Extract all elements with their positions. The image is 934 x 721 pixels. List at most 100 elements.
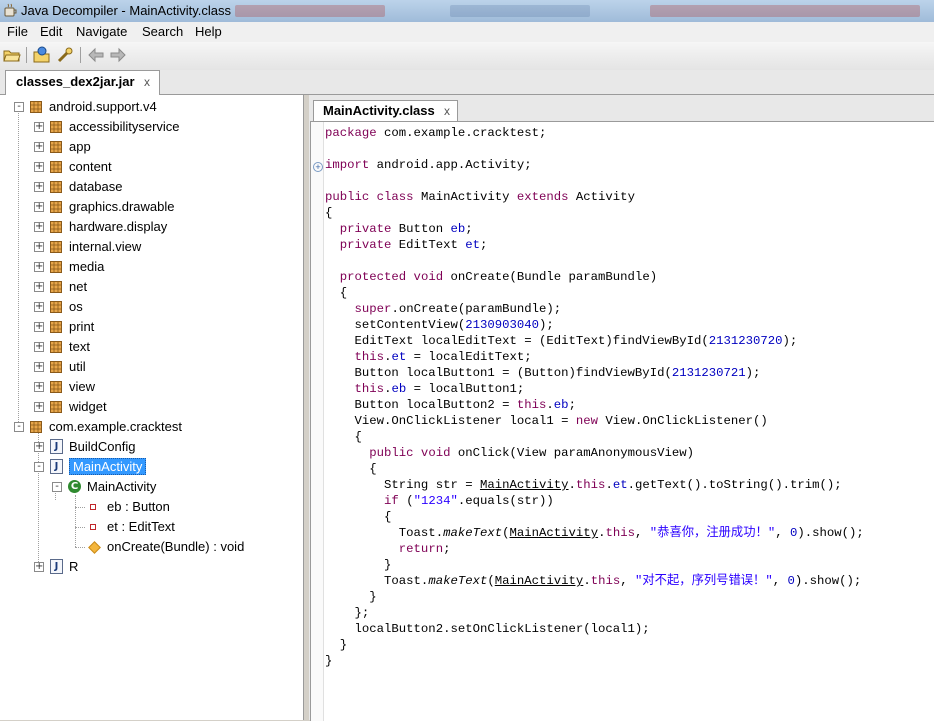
code-line: package com.example.cracktest; bbox=[325, 126, 547, 140]
code-line: Toast.makeText(MainActivity.this, "对不起，序… bbox=[325, 574, 862, 588]
file-tab-bar: classes_dex2jar.jar x bbox=[0, 70, 934, 95]
tree-item[interactable]: widget bbox=[69, 397, 107, 417]
code-line: return; bbox=[398, 542, 451, 556]
tree-item[interactable]: onCreate(Bundle) : void bbox=[107, 537, 244, 557]
collapse-icon[interactable]: - bbox=[34, 462, 44, 472]
tree-item-label: R bbox=[69, 559, 79, 574]
code-line: } bbox=[325, 558, 392, 572]
package-icon bbox=[50, 361, 62, 373]
expand-icon[interactable]: + bbox=[34, 322, 44, 332]
expand-icon[interactable]: + bbox=[34, 302, 44, 312]
tree-item[interactable]: hardware.display bbox=[69, 217, 167, 237]
code-line: public void onClick(View paramAnonymousV… bbox=[369, 446, 694, 460]
tree-item[interactable]: et : EditText bbox=[107, 517, 175, 537]
package-icon bbox=[50, 181, 62, 193]
package-icon bbox=[50, 321, 62, 333]
expand-icon[interactable]: + bbox=[34, 402, 44, 412]
expand-icon[interactable]: + bbox=[34, 262, 44, 272]
menu-edit[interactable]: Edit bbox=[40, 24, 62, 39]
tab-mainactivity-class[interactable]: MainActivity.class x bbox=[313, 100, 458, 122]
expand-icon[interactable]: + bbox=[34, 342, 44, 352]
expand-icon[interactable]: + bbox=[34, 222, 44, 232]
tree-item[interactable]: graphics.drawable bbox=[69, 197, 175, 217]
tree-item[interactable]: android.support.v4 bbox=[49, 97, 157, 117]
package-icon bbox=[50, 141, 62, 153]
tree-item[interactable]: net bbox=[69, 277, 87, 297]
menu-search[interactable]: Search bbox=[142, 24, 183, 39]
code-line: setContentView(2130903040); bbox=[325, 318, 554, 332]
code-line: } bbox=[325, 654, 333, 668]
tree-item[interactable]: text bbox=[69, 337, 90, 357]
tree-item[interactable]: database bbox=[69, 177, 123, 197]
expand-icon[interactable]: + bbox=[34, 242, 44, 252]
code-line: EditText localEditText = (EditText)findV… bbox=[325, 334, 798, 348]
tree-item[interactable]: content bbox=[69, 157, 112, 177]
tab-classes-dex2jar[interactable]: classes_dex2jar.jar x bbox=[5, 70, 160, 95]
java-file-icon: J bbox=[50, 439, 63, 454]
expand-icon[interactable]: + bbox=[34, 162, 44, 172]
expand-icon[interactable]: + bbox=[34, 142, 44, 152]
window-title: Java Decompiler - MainActivity.class bbox=[21, 3, 231, 18]
tree-item[interactable]: media bbox=[69, 257, 104, 277]
forward-arrow-icon[interactable] bbox=[109, 46, 127, 64]
tree-item-label: com.example.cracktest bbox=[49, 419, 182, 434]
expand-icon[interactable]: + bbox=[34, 282, 44, 292]
title-bar: Java Decompiler - MainActivity.class bbox=[0, 0, 934, 22]
menu-help[interactable]: Help bbox=[195, 24, 222, 39]
expand-icon[interactable]: + bbox=[34, 442, 44, 452]
expand-icon[interactable]: + bbox=[34, 382, 44, 392]
open-type-icon[interactable] bbox=[33, 46, 51, 64]
tree-item-label: app bbox=[69, 139, 91, 154]
code-line: String str = MainActivity.this.et.getTex… bbox=[325, 478, 842, 492]
tree-item[interactable]: R bbox=[69, 557, 78, 577]
tree-item[interactable]: os bbox=[69, 297, 83, 317]
code-line: private EditText et; bbox=[339, 238, 488, 252]
tree-item[interactable]: internal.view bbox=[69, 237, 141, 257]
tree-item-label: et : EditText bbox=[107, 519, 175, 534]
collapse-icon[interactable]: - bbox=[52, 482, 62, 492]
code-line: this.et = localEditText; bbox=[354, 350, 532, 364]
open-file-icon[interactable] bbox=[3, 46, 21, 64]
code-line: { bbox=[325, 286, 348, 300]
tab-close-icon[interactable]: x bbox=[444, 104, 450, 118]
tree-item-label: util bbox=[69, 359, 86, 374]
code-gutter: + bbox=[311, 122, 324, 721]
collapse-icon[interactable]: - bbox=[14, 422, 24, 432]
code-line: } bbox=[325, 638, 348, 652]
collapse-icon[interactable]: - bbox=[14, 102, 24, 112]
tab-close-icon[interactable]: x bbox=[144, 75, 150, 89]
menu-navigate[interactable]: Navigate bbox=[76, 24, 127, 39]
tree-item-label: MainActivity bbox=[69, 458, 147, 475]
fold-expand-icon[interactable]: + bbox=[313, 162, 323, 172]
code-line: } bbox=[325, 590, 377, 604]
expand-icon[interactable]: + bbox=[34, 122, 44, 132]
tree-item[interactable]: MainActivity bbox=[69, 457, 147, 477]
package-icon bbox=[50, 221, 62, 233]
tree-item[interactable]: com.example.cracktest bbox=[49, 417, 182, 437]
tree-item[interactable]: accessibilityservice bbox=[69, 117, 180, 137]
tree-item[interactable]: print bbox=[69, 317, 94, 337]
tree-item[interactable]: util bbox=[69, 357, 86, 377]
tree-item[interactable]: view bbox=[69, 377, 95, 397]
tree-item-label: os bbox=[69, 299, 83, 314]
tree-item[interactable]: BuildConfig bbox=[69, 437, 136, 457]
tree-item[interactable]: MainActivity bbox=[87, 477, 156, 497]
menu-file[interactable]: File bbox=[7, 24, 28, 39]
code-line: { bbox=[325, 430, 362, 444]
package-icon bbox=[50, 281, 62, 293]
back-arrow-icon[interactable] bbox=[87, 46, 105, 64]
blurred-background-window bbox=[235, 5, 385, 17]
search-tool-icon[interactable] bbox=[56, 46, 74, 64]
code-view[interactable]: + package com.example.cracktest; import a… bbox=[310, 121, 934, 721]
expand-icon[interactable]: + bbox=[34, 562, 44, 572]
package-icon bbox=[50, 261, 62, 273]
toolbar-separator bbox=[26, 47, 27, 63]
menu-bar: File Edit Navigate Search Help bbox=[0, 22, 934, 42]
tree-item[interactable]: eb : Button bbox=[107, 497, 170, 517]
expand-icon[interactable]: + bbox=[34, 362, 44, 372]
package-icon bbox=[50, 121, 62, 133]
expand-icon[interactable]: + bbox=[34, 202, 44, 212]
expand-icon[interactable]: + bbox=[34, 182, 44, 192]
code-line: public class MainActivity extends Activi… bbox=[325, 190, 635, 204]
tree-item[interactable]: app bbox=[69, 137, 91, 157]
